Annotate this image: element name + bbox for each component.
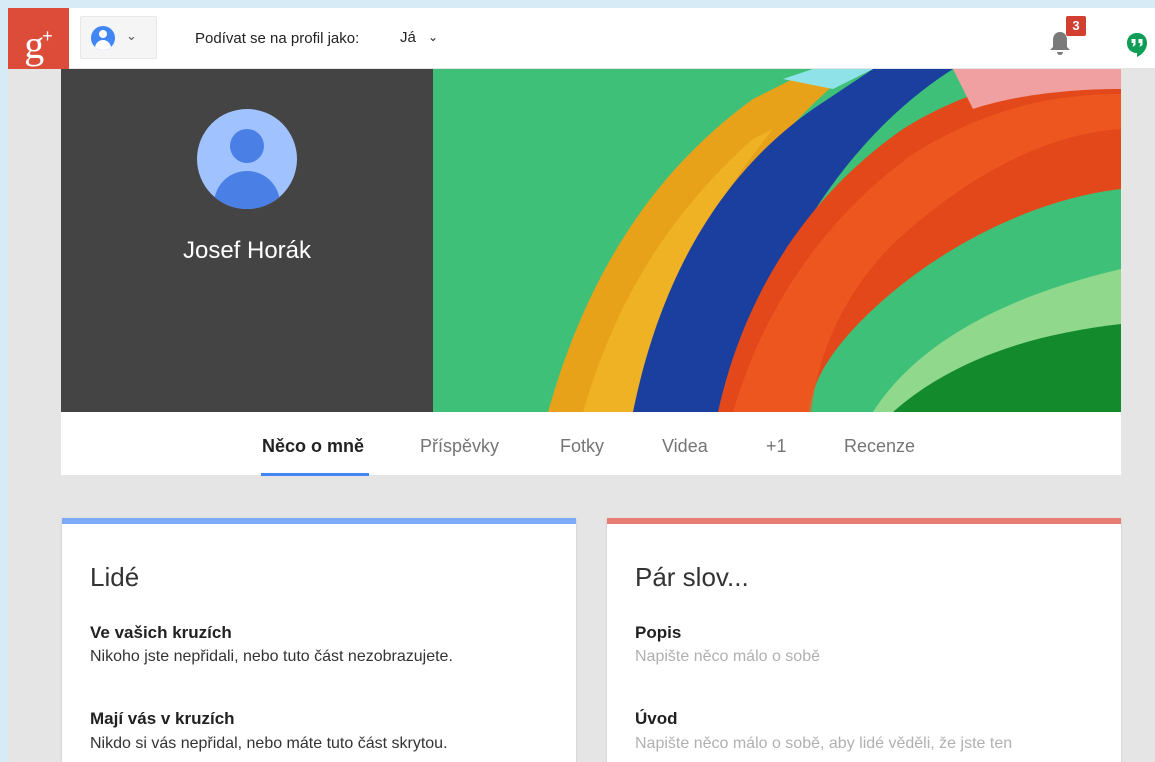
section-title: Úvod <box>635 709 678 728</box>
description-placeholder[interactable]: Napište něco málo o sobě <box>635 648 820 666</box>
intro-placeholder[interactable]: Napište něco málo o sobě, aby lidé věděl… <box>635 735 1012 753</box>
view-profile-as-label: Podívat se na profil jako: <box>195 30 360 47</box>
section-title: Mají vás v kruzích <box>90 709 235 728</box>
chevron-down-icon: ⌄ <box>126 28 137 43</box>
hangouts-icon[interactable] <box>1126 32 1148 58</box>
tab-photos[interactable]: Fotky <box>560 436 604 457</box>
section-title: Ve vašich kruzích <box>90 623 232 642</box>
tab-posts[interactable]: Příspěvky <box>420 436 499 457</box>
tab-plus-one[interactable]: +1 <box>766 436 787 457</box>
about-card: Pár slov... Popis Napište něco málo o so… <box>607 518 1121 762</box>
section-title: Popis <box>635 623 682 642</box>
view-profile-as-dropdown[interactable]: Já <box>400 29 416 46</box>
account-avatar-icon <box>91 26 115 50</box>
gplus-logo[interactable]: g+ <box>8 8 69 69</box>
profile-name: Josef Horák <box>182 237 312 264</box>
notification-count-badge[interactable]: 3 <box>1066 16 1086 36</box>
active-tab-indicator <box>261 473 369 476</box>
top-bar: g+ ⌄ Podívat se na profil jako: Já ⌄ 3 <box>8 8 1155 69</box>
profile-tabs: Něco o mně Příspěvky Fotky Videa +1 Rece… <box>61 412 1121 476</box>
account-switcher-button[interactable]: ⌄ <box>80 16 157 59</box>
cover-photo-image <box>433 69 1121 412</box>
section-text: Nikoho jste nepřidali, nebo tuto část ne… <box>90 648 453 665</box>
profile-identity-panel: Josef Horák <box>61 69 433 412</box>
people-card: Lidé Ve vašich kruzích Nikoho jste nepři… <box>62 518 576 762</box>
cover-photo[interactable] <box>433 69 1121 412</box>
tab-videos[interactable]: Videa <box>662 436 708 457</box>
tab-reviews[interactable]: Recenze <box>844 436 915 457</box>
card-title: Lidé <box>90 562 140 592</box>
profile-header: Josef Horák Něco o mně Příspěvky Fotky V… <box>61 69 1121 476</box>
card-title: Pár slov... <box>635 562 749 592</box>
section-text: Nikdo si vás nepřidal, nebo máte tuto čá… <box>90 735 448 752</box>
tab-about[interactable]: Něco o mně <box>262 436 364 457</box>
profile-avatar[interactable] <box>197 109 297 209</box>
chevron-down-icon[interactable]: ⌄ <box>428 30 438 44</box>
